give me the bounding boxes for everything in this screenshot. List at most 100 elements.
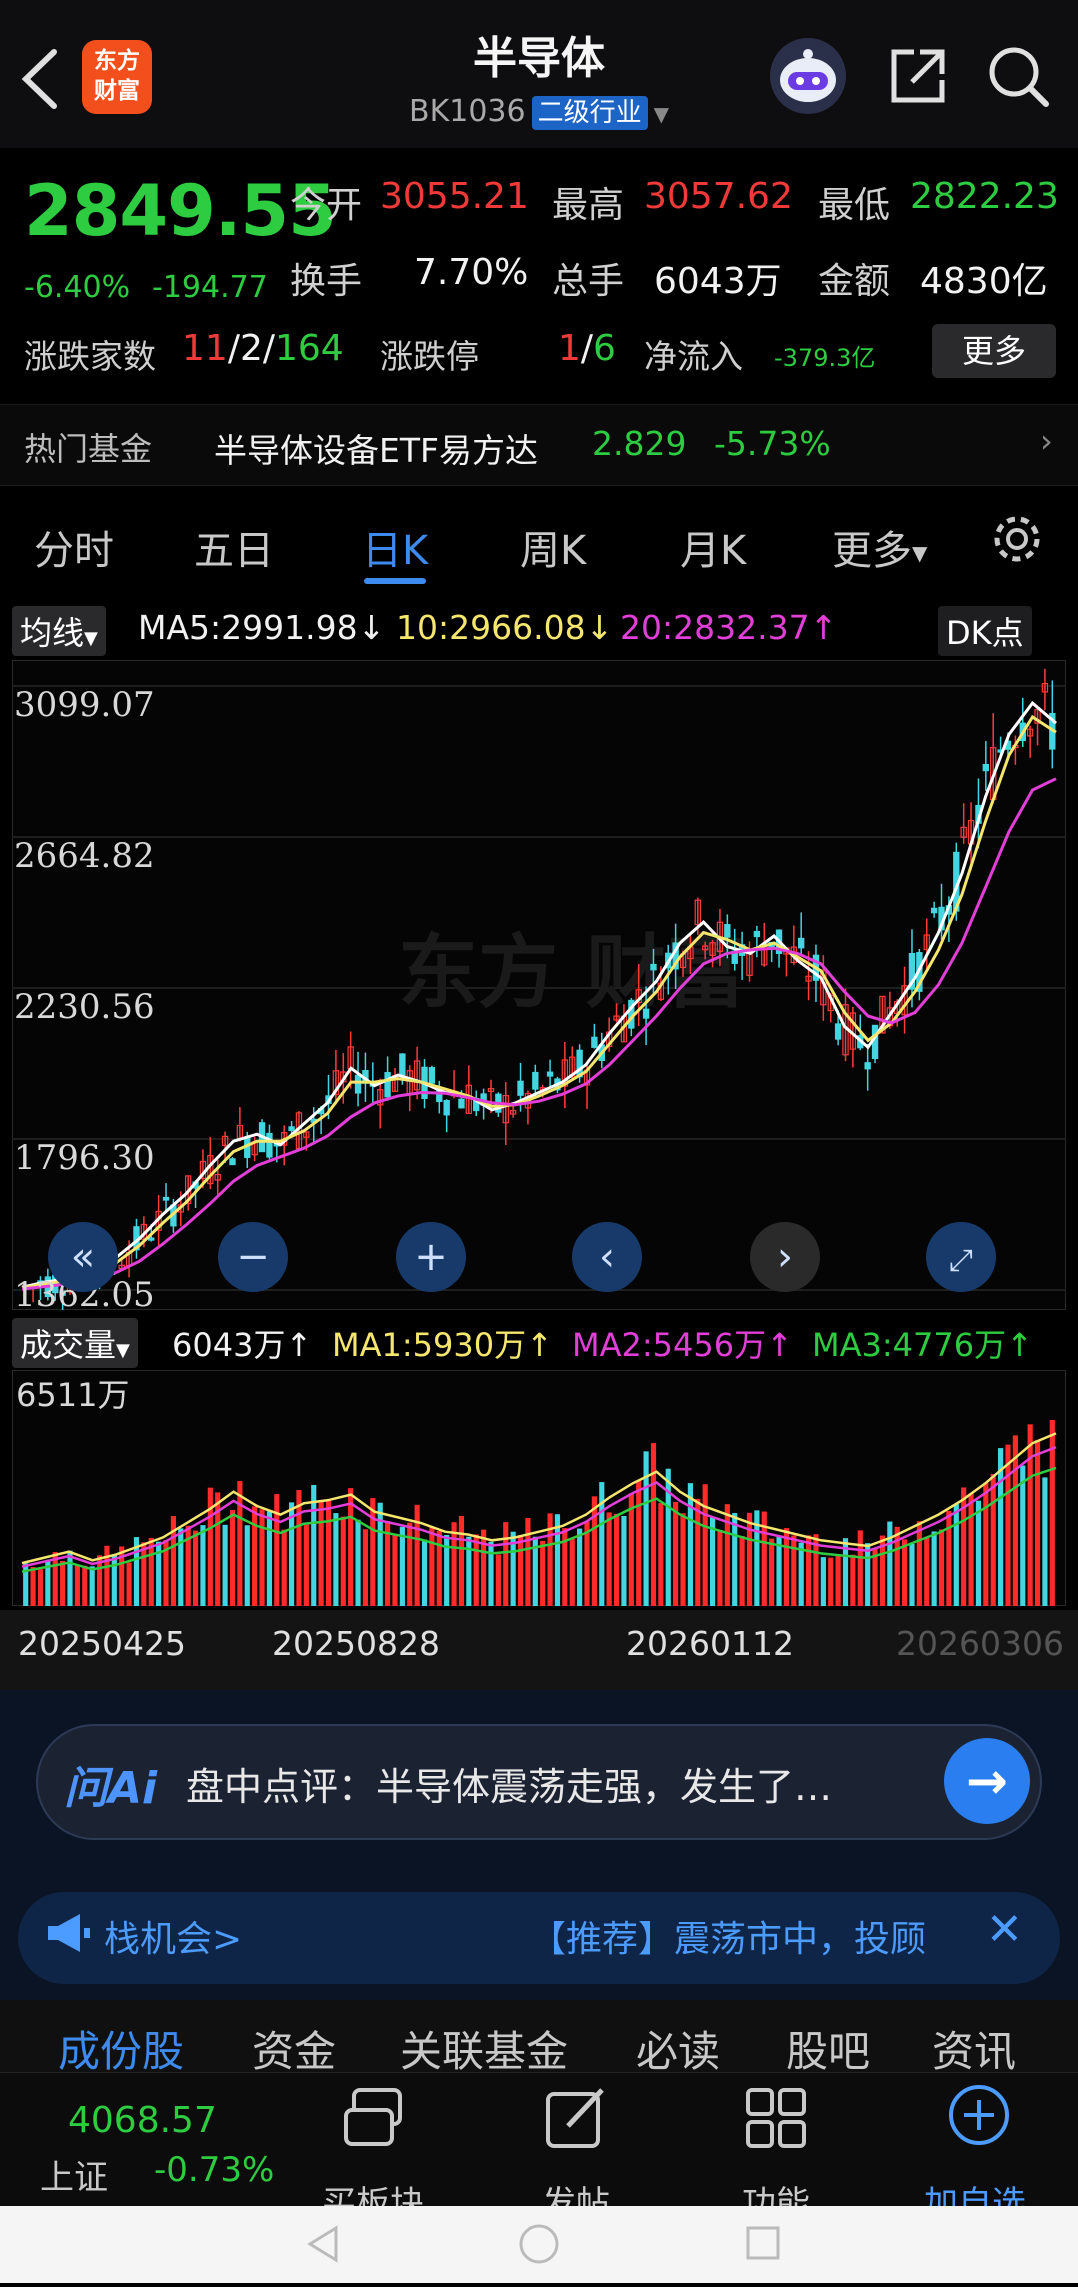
zoom-in-button[interactable]: + [396,1222,466,1292]
close-icon[interactable]: ✕ [986,1904,1023,1955]
volume-selector[interactable]: 成交量▼ [12,1318,138,1368]
amount-label: 金额 [818,261,891,302]
candle-body [266,1132,273,1158]
volume-bar [1042,1477,1048,1606]
hot-fund-row[interactable] [0,404,1078,486]
volume-bar [340,1516,346,1606]
volume-bar [850,1554,856,1606]
active-tab-indicator [364,578,426,584]
volume-bar [30,1567,36,1606]
volume-bar [333,1513,339,1606]
candle-body [724,924,731,938]
y-tick-label: 1796.30 [14,1138,155,1178]
tab-daily-k[interactable]: 日K [362,518,428,576]
chevron-right-icon: › [777,1234,793,1280]
volume-bar [141,1542,147,1606]
scroll-first-button[interactable]: « [48,1222,118,1292]
fullscreen-button[interactable]: ⤢ [926,1222,996,1292]
candle-body [162,1196,170,1201]
volume-bar [421,1539,428,1606]
volume-bar [687,1483,693,1606]
volume-bar [983,1482,989,1606]
settings-button[interactable] [990,512,1044,576]
volume-bar [392,1535,398,1606]
volume-bar [909,1543,915,1606]
volume-bar [222,1524,228,1606]
zoom-out-button[interactable]: − [218,1222,288,1292]
index-change[interactable]: -0.73% [154,2150,274,2190]
candlestick-chart[interactable]: 东方 财富 3099.072664.822230.561796.301362.0… [12,660,1066,1310]
volume-bar [769,1538,775,1606]
ma5-value: MA5:2991.98↓ [138,608,386,647]
volume-bar [104,1545,110,1606]
minus-icon: − [236,1234,270,1280]
dk-point-button[interactable]: DK点 [938,606,1032,656]
volume-bar [916,1521,922,1606]
date-tick: 20250425 [18,1624,186,1663]
tab-funds-flow[interactable]: 资金 [252,2018,336,2079]
tab-constituents[interactable]: 成份股 [58,2018,184,2079]
volume-value: 6043万 [654,261,782,302]
tab-more[interactable]: 更多▼ [832,518,927,576]
scroll-left-button[interactable]: ‹ [572,1222,642,1292]
tab-five-day[interactable]: 五日 [194,518,274,576]
volume-bar [488,1541,494,1606]
turnover-value: 7.70% [414,252,529,293]
low-label: 最低 [818,185,891,226]
y-tick-label: 2230.56 [14,987,155,1027]
volume-bar [887,1521,893,1606]
volume-bar [473,1534,479,1606]
tab-related-funds[interactable]: 关联基金 [400,2018,568,2079]
index-value[interactable]: 4068.57 [68,2100,217,2141]
volume-bar [466,1536,472,1606]
nav-back-icon [307,2225,338,2263]
search-button[interactable] [984,42,1052,110]
volume-bar [252,1506,258,1606]
hot-fund-price: 2.829 [592,424,687,463]
candle-body [458,1098,465,1109]
caret-down-icon: ▼ [653,102,669,126]
volume-bar [798,1542,804,1606]
tab-forum[interactable]: 股吧 [786,2018,870,2079]
candle-body [930,907,938,914]
candle-body [798,937,805,949]
ma-selector[interactable]: 均线▼ [12,606,106,656]
more-button[interactable]: 更多 [932,324,1056,378]
vol-ma1-value: MA1:5930万↑ [332,1326,553,1364]
volume-bar [281,1529,287,1606]
scroll-right-button[interactable]: › [750,1222,820,1292]
volume-bar [540,1540,546,1606]
ai-open-button[interactable]: → [944,1738,1030,1824]
index-name[interactable]: 上证 [40,2150,108,2199]
volume-bar [1027,1424,1033,1606]
volume-bar [820,1557,826,1606]
volume-bar [111,1554,117,1606]
candle-body [546,1071,554,1077]
change-percent: -6.40% [24,270,131,305]
tab-must-read[interactable]: 必读 [636,2018,720,2079]
volume-bar [517,1535,524,1606]
robot-assistant-icon[interactable] [770,38,846,114]
tab-monthly-k[interactable]: 月K [680,518,746,576]
double-chevron-left-icon: « [70,1234,96,1280]
tab-weekly-k[interactable]: 周K [520,518,586,576]
date-axis: 20250425 20250828 20260112 20260306 [0,1610,1078,1690]
volume-bar [673,1501,679,1606]
tab-news[interactable]: 资讯 [932,2018,1016,2079]
date-tick: 20260306 [896,1624,1064,1663]
volume-bar [429,1526,435,1606]
volume-bar [318,1501,324,1606]
ma20-value: 20:2832.37↑ [620,608,838,647]
candle-body [399,1053,406,1077]
volume-bar [613,1513,620,1606]
candle-body [354,1074,362,1094]
tab-intraday[interactable]: 分时 [34,518,114,576]
volume-bar [577,1528,583,1606]
post-icon [542,2084,612,2158]
volume-chart[interactable]: 6511万 [12,1370,1066,1606]
volume-bar [407,1522,413,1606]
volume-bar [362,1529,369,1606]
share-button[interactable] [884,42,952,110]
volume-bar [244,1525,250,1606]
volume-value: 6043万↑ [172,1326,313,1364]
